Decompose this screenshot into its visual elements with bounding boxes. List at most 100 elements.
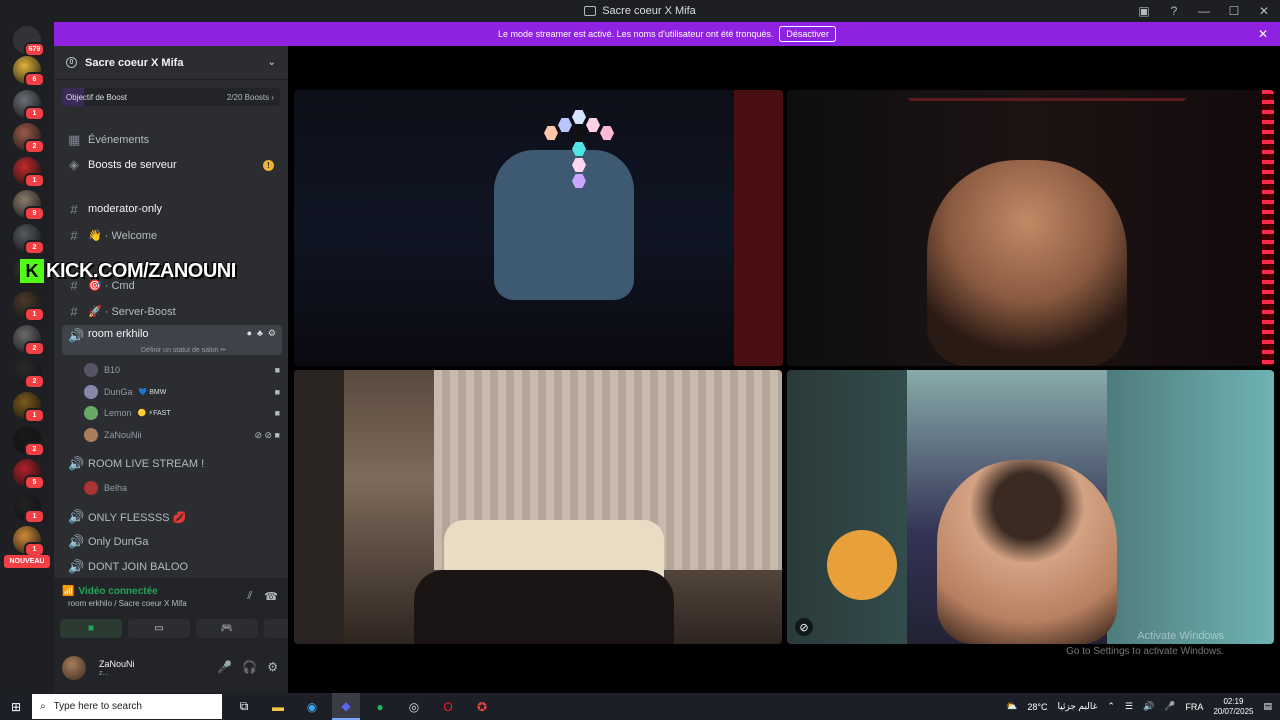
language-indicator[interactable]: FRA xyxy=(1185,702,1203,712)
maximize-button[interactable]: ☐ xyxy=(1226,3,1242,19)
app-icon[interactable]: ◎ xyxy=(400,693,428,720)
weather-temp[interactable]: 28°C xyxy=(1027,702,1047,712)
boost-goal-bar[interactable]: Objectif de Boost 2/20 Boosts › xyxy=(62,88,280,106)
taskbar-search[interactable]: ⌕ Type here to search xyxy=(32,694,222,719)
home-icon[interactable]: 679 xyxy=(13,26,45,57)
camera-button[interactable]: ■ xyxy=(60,619,122,638)
kick-logo: K xyxy=(20,259,44,283)
volume-icon[interactable]: 🔊 xyxy=(1143,701,1154,712)
close-banner-icon[interactable]: ✕ xyxy=(1258,27,1268,41)
video-tile[interactable] xyxy=(787,90,1274,366)
user-name[interactable]: ZaNouNi xyxy=(99,659,135,669)
server-icon[interactable]: 1 xyxy=(13,392,45,423)
speaker-icon: 🔊 xyxy=(68,534,85,549)
help-icon[interactable]: ? xyxy=(1166,3,1182,19)
voice-member[interactable]: Lemon 🟡 ⚡FAST ■ xyxy=(84,404,280,422)
server-icon[interactable]: 2 xyxy=(13,425,45,457)
notification-icon[interactable]: ▤ xyxy=(1263,701,1272,712)
chevron-down-icon: ⌄ xyxy=(267,57,276,68)
user-panel: ZaNouNi z... 🎤 🎧 ⚙ xyxy=(54,648,288,693)
opera-icon[interactable]: O xyxy=(434,693,462,720)
unread-badge: 1 xyxy=(24,408,45,423)
server-icon[interactable]: 2 xyxy=(13,324,45,356)
discord-icon[interactable]: ◆ xyxy=(332,693,360,720)
server-icon[interactable]: 1 xyxy=(13,526,45,558)
user-settings-icon[interactable]: ⚙ xyxy=(267,660,278,674)
discord-window: Sacre coeur X Mifa ▣ ? — ☐ ✕ Le mode str… xyxy=(0,0,1280,720)
server-icon[interactable]: 2 xyxy=(13,224,45,255)
chat-icon[interactable]: ● xyxy=(247,328,252,339)
video-tile[interactable] xyxy=(294,90,783,366)
muted-camera-icons: ⊘ ⊘ ■ xyxy=(254,429,280,440)
server-icon[interactable]: 6 xyxy=(13,56,45,87)
mic-muted-icon[interactable]: 🎤 xyxy=(217,660,232,674)
screen-share-button[interactable]: ▭ xyxy=(128,619,190,638)
room-status[interactable]: Définir un statut de salon ✏ xyxy=(141,346,226,354)
voice-member[interactable]: DunGa 💙 BMW ■ xyxy=(84,383,280,401)
network-icon[interactable]: ☰ xyxy=(1125,701,1133,712)
mic-icon[interactable]: 🎤 xyxy=(1164,701,1175,712)
task-view-icon[interactable]: ⧉ xyxy=(230,693,258,720)
chevron-up-icon[interactable]: ⌃ xyxy=(1107,701,1115,712)
clock[interactable]: 02:19 20/07/2025 xyxy=(1213,697,1253,717)
voice-channel-dont-join[interactable]: 🔊 DONT JOIN BALOO xyxy=(62,556,282,578)
app-red-icon[interactable]: ✪ xyxy=(468,693,496,720)
channel-server-boost[interactable]: # 🚀 · Server-Boost xyxy=(62,300,282,322)
server-icon[interactable]: 2 xyxy=(13,123,45,155)
camera-icon: ■ xyxy=(274,387,280,397)
camera-off-icon[interactable]: ⊘ xyxy=(795,618,813,636)
video-tile[interactable] xyxy=(294,370,782,644)
add-member-icon[interactable]: ♣ xyxy=(257,328,263,339)
weather-icon[interactable]: ⛅ xyxy=(1006,701,1017,712)
windows-start-icon[interactable]: ⊞ xyxy=(0,693,32,720)
voice-channel-only-flessss[interactable]: 🔊 ONLY FLESSSS 💋 xyxy=(62,506,282,528)
noise-suppression-icon[interactable]: ⫽ xyxy=(247,590,252,603)
disable-streamer-button[interactable]: Désactiver xyxy=(779,26,836,42)
edge-icon[interactable]: ◉ xyxy=(298,693,326,720)
server-name: Sacre coeur X Mifa xyxy=(85,56,184,69)
close-window-button[interactable]: ✕ xyxy=(1256,3,1272,19)
headset-muted-icon[interactable]: 🎧 xyxy=(242,660,257,674)
gear-icon[interactable]: ⚙ xyxy=(268,328,276,339)
server-icon[interactable]: 1 xyxy=(13,156,45,188)
banner-text: Le mode streamer est activé. Les noms d'… xyxy=(498,29,774,39)
unread-badge: 679 xyxy=(24,42,45,57)
activity-button[interactable]: 🎮 xyxy=(196,619,258,638)
server-icon[interactable]: 9 xyxy=(13,190,45,222)
title-bar: Sacre coeur X Mifa ▣ ? — ☐ ✕ xyxy=(0,0,1280,22)
boost-progress: 2/20 Boosts › xyxy=(226,92,274,102)
unread-badge: 2 xyxy=(24,340,45,356)
voice-channel-only-dunga[interactable]: 🔊 Only DunGa xyxy=(62,531,282,553)
server-icon[interactable]: 1 xyxy=(13,291,45,323)
server-header[interactable]: 0 Sacre coeur X Mifa ⌄ xyxy=(54,46,288,80)
weather-text[interactable]: غالبم جزئيا xyxy=(1057,701,1097,712)
unread-badge: 2 xyxy=(24,441,45,457)
avatar xyxy=(84,385,98,399)
file-explorer-icon[interactable]: ▬ xyxy=(264,693,292,720)
channel-moderator-only[interactable]: # moderator-only xyxy=(62,198,282,220)
taskbar: ⊞ ⌕ Type here to search ⧉ ▬ ◉ ◆ ● ◎ O ✪ … xyxy=(0,693,1280,720)
minimize-button[interactable]: — xyxy=(1196,3,1212,19)
disconnect-icon[interactable]: ☎ xyxy=(264,590,278,603)
server-icon[interactable]: 5 xyxy=(13,459,45,491)
video-tile[interactable]: ⊘ xyxy=(787,370,1274,644)
avatar xyxy=(84,481,98,495)
channel-server-boosts[interactable]: ◈ Boosts de serveur ! xyxy=(62,154,282,176)
unread-badge: 2 xyxy=(24,374,45,390)
user-avatar[interactable] xyxy=(62,656,86,680)
voice-channel-room-live[interactable]: 🔊 ROOM LIVE STREAM ! xyxy=(62,453,282,475)
channel-sidebar: 0 Sacre coeur X Mifa ⌄ Objectif de Boost… xyxy=(54,46,326,693)
spotify-icon[interactable]: ● xyxy=(366,693,394,720)
server-icon[interactable]: 2 xyxy=(13,358,45,390)
search-icon: ⌕ xyxy=(40,701,46,712)
voice-location[interactable]: room erkhilo / Sacre coeur X Mifa xyxy=(68,599,187,608)
server-icon[interactable]: 1 xyxy=(13,492,45,524)
voice-member[interactable]: ZaNouNii ⊘ ⊘ ■ xyxy=(84,426,280,444)
server-icon[interactable]: 1 xyxy=(13,89,45,121)
voice-member[interactable]: Belha xyxy=(84,479,280,497)
inbox-icon[interactable]: ▣ xyxy=(1136,3,1152,19)
channel-events[interactable]: ▦ Événements xyxy=(62,129,282,151)
channel-welcome[interactable]: # 👋 · Welcome xyxy=(62,224,282,246)
voice-member[interactable]: B10 ■ xyxy=(84,361,280,379)
calendar-icon: ▦ xyxy=(68,132,81,147)
